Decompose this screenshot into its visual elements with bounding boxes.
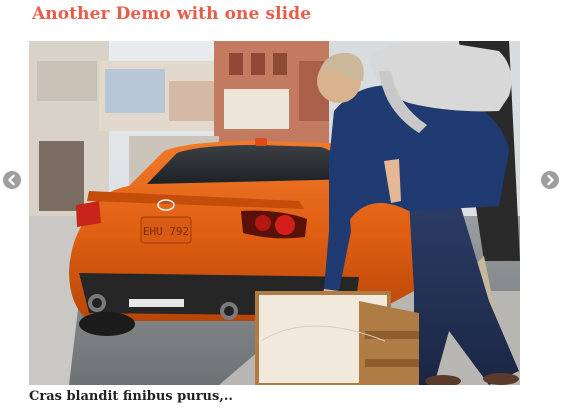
chevron-right-icon [541, 171, 559, 189]
slide-caption: Cras blandit finibus purus,.. [29, 389, 233, 404]
svg-text:EHU 792: EHU 792 [143, 225, 189, 238]
slide-photo: EHU 792 [29, 41, 520, 385]
slider-prev-button[interactable] [3, 171, 21, 189]
demo-title: Another Demo with one slide [32, 4, 312, 24]
slide-image[interactable]: EHU 792 [29, 41, 520, 385]
chevron-left-icon [3, 171, 21, 189]
slider-next-button[interactable] [541, 171, 559, 189]
image-slider: EHU 792 [0, 41, 562, 385]
